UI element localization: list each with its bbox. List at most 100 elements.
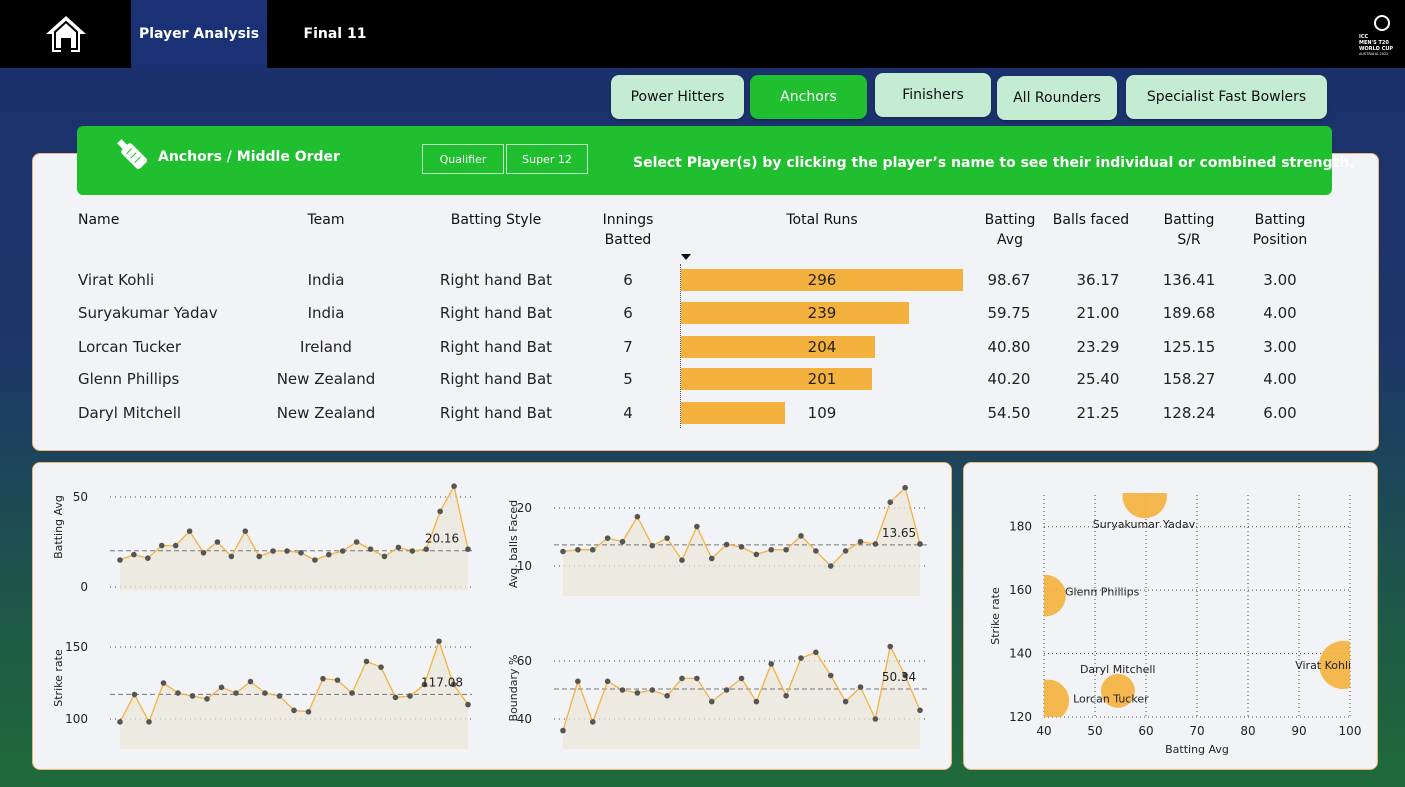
- data-point[interactable]: [158, 542, 165, 549]
- data-point[interactable]: [437, 508, 443, 515]
- data-point[interactable]: [887, 499, 894, 505]
- data-point[interactable]: [589, 546, 596, 553]
- data-point[interactable]: [270, 548, 276, 554]
- header-innings-batted[interactable]: Innings Batted: [588, 210, 668, 250]
- tab-final-11[interactable]: Final 11: [290, 0, 380, 68]
- data-point[interactable]: [320, 675, 326, 682]
- player-bubble[interactable]: [1122, 474, 1167, 519]
- data-point[interactable]: [887, 643, 894, 650]
- data-point[interactable]: [305, 709, 312, 715]
- data-point[interactable]: [798, 533, 804, 539]
- player-name[interactable]: Suryakumar Yadav: [78, 303, 278, 323]
- data-point[interactable]: [291, 707, 297, 714]
- pill-finishers[interactable]: Finishers: [875, 73, 991, 117]
- data-point[interactable]: [214, 539, 221, 545]
- data-point[interactable]: [326, 551, 332, 558]
- home-icon[interactable]: [44, 14, 88, 54]
- data-point[interactable]: [363, 658, 370, 665]
- data-point[interactable]: [392, 694, 399, 701]
- sort-desc-icon[interactable]: [681, 246, 691, 260]
- data-point[interactable]: [256, 553, 262, 560]
- data-point[interactable]: [189, 693, 196, 699]
- data-point[interactable]: [233, 690, 239, 696]
- header-team[interactable]: Team: [276, 210, 376, 230]
- data-point[interactable]: [634, 690, 641, 696]
- data-point[interactable]: [723, 687, 730, 693]
- pill-anchors[interactable]: Anchors: [750, 75, 867, 119]
- data-point[interactable]: [813, 548, 819, 554]
- player-bubble[interactable]: [1027, 679, 1070, 722]
- header-balls-faced[interactable]: Balls faced: [1046, 210, 1136, 230]
- data-point[interactable]: [872, 716, 879, 722]
- data-point[interactable]: [857, 684, 864, 690]
- data-point[interactable]: [575, 546, 581, 553]
- data-point[interactable]: [738, 544, 745, 550]
- data-point[interactable]: [465, 701, 471, 708]
- data-point[interactable]: [560, 727, 566, 734]
- pill-power-hitters[interactable]: Power Hitters: [611, 75, 744, 119]
- data-point[interactable]: [842, 698, 849, 705]
- data-point[interactable]: [827, 672, 834, 679]
- data-point[interactable]: [465, 546, 471, 552]
- data-point[interactable]: [172, 542, 179, 549]
- data-point[interactable]: [395, 544, 402, 551]
- data-point[interactable]: [186, 528, 193, 534]
- data-point[interactable]: [353, 539, 360, 545]
- data-point[interactable]: [604, 535, 611, 541]
- data-point[interactable]: [381, 553, 388, 560]
- data-point[interactable]: [560, 548, 566, 555]
- data-point[interactable]: [117, 557, 123, 563]
- player-name[interactable]: Lorcan Tucker: [78, 337, 278, 357]
- data-point[interactable]: [160, 680, 167, 686]
- data-point[interactable]: [175, 690, 181, 696]
- data-point[interactable]: [694, 523, 700, 530]
- data-point[interactable]: [436, 638, 442, 645]
- data-point[interactable]: [242, 528, 249, 534]
- data-point[interactable]: [768, 661, 775, 667]
- player-name[interactable]: Daryl Mitchell: [78, 403, 278, 423]
- data-point[interactable]: [145, 555, 151, 561]
- filter-super-12[interactable]: Super 12: [506, 144, 588, 174]
- header-total-runs[interactable]: Total Runs: [762, 210, 882, 230]
- data-point[interactable]: [378, 664, 384, 670]
- data-point[interactable]: [247, 678, 254, 685]
- data-point[interactable]: [117, 719, 123, 725]
- data-point[interactable]: [131, 551, 137, 558]
- data-point[interactable]: [902, 484, 908, 491]
- data-point[interactable]: [917, 707, 923, 714]
- data-point[interactable]: [349, 690, 355, 696]
- data-point[interactable]: [753, 698, 760, 705]
- data-point[interactable]: [276, 693, 283, 699]
- data-point[interactable]: [423, 546, 430, 552]
- filter-qualifier[interactable]: Qualifier: [422, 144, 504, 174]
- data-point[interactable]: [694, 675, 700, 682]
- data-point[interactable]: [131, 691, 138, 698]
- data-point[interactable]: [407, 693, 413, 699]
- data-point[interactable]: [664, 693, 670, 699]
- data-point[interactable]: [367, 546, 374, 552]
- data-point[interactable]: [798, 655, 804, 661]
- data-point[interactable]: [708, 555, 715, 562]
- data-point[interactable]: [649, 687, 656, 693]
- data-point[interactable]: [200, 550, 207, 556]
- data-point[interactable]: [857, 538, 864, 545]
- data-point[interactable]: [409, 548, 416, 554]
- data-point[interactable]: [708, 698, 715, 705]
- pill-specialist-fast-bowlers[interactable]: Specialist Fast Bowlers: [1126, 75, 1327, 119]
- data-point[interactable]: [334, 677, 341, 683]
- header-batting-avg[interactable]: Batting Avg: [970, 210, 1050, 250]
- data-point[interactable]: [575, 678, 581, 685]
- data-point[interactable]: [228, 553, 235, 560]
- data-point[interactable]: [842, 548, 849, 554]
- data-point[interactable]: [146, 719, 152, 725]
- header-name[interactable]: Name: [78, 210, 119, 230]
- data-point[interactable]: [284, 548, 290, 554]
- data-point[interactable]: [339, 548, 346, 554]
- data-point[interactable]: [664, 535, 670, 541]
- data-point[interactable]: [312, 557, 318, 563]
- data-point[interactable]: [753, 551, 760, 558]
- data-point[interactable]: [723, 541, 730, 548]
- data-point[interactable]: [783, 546, 789, 553]
- data-point[interactable]: [634, 513, 641, 520]
- data-point[interactable]: [827, 563, 834, 569]
